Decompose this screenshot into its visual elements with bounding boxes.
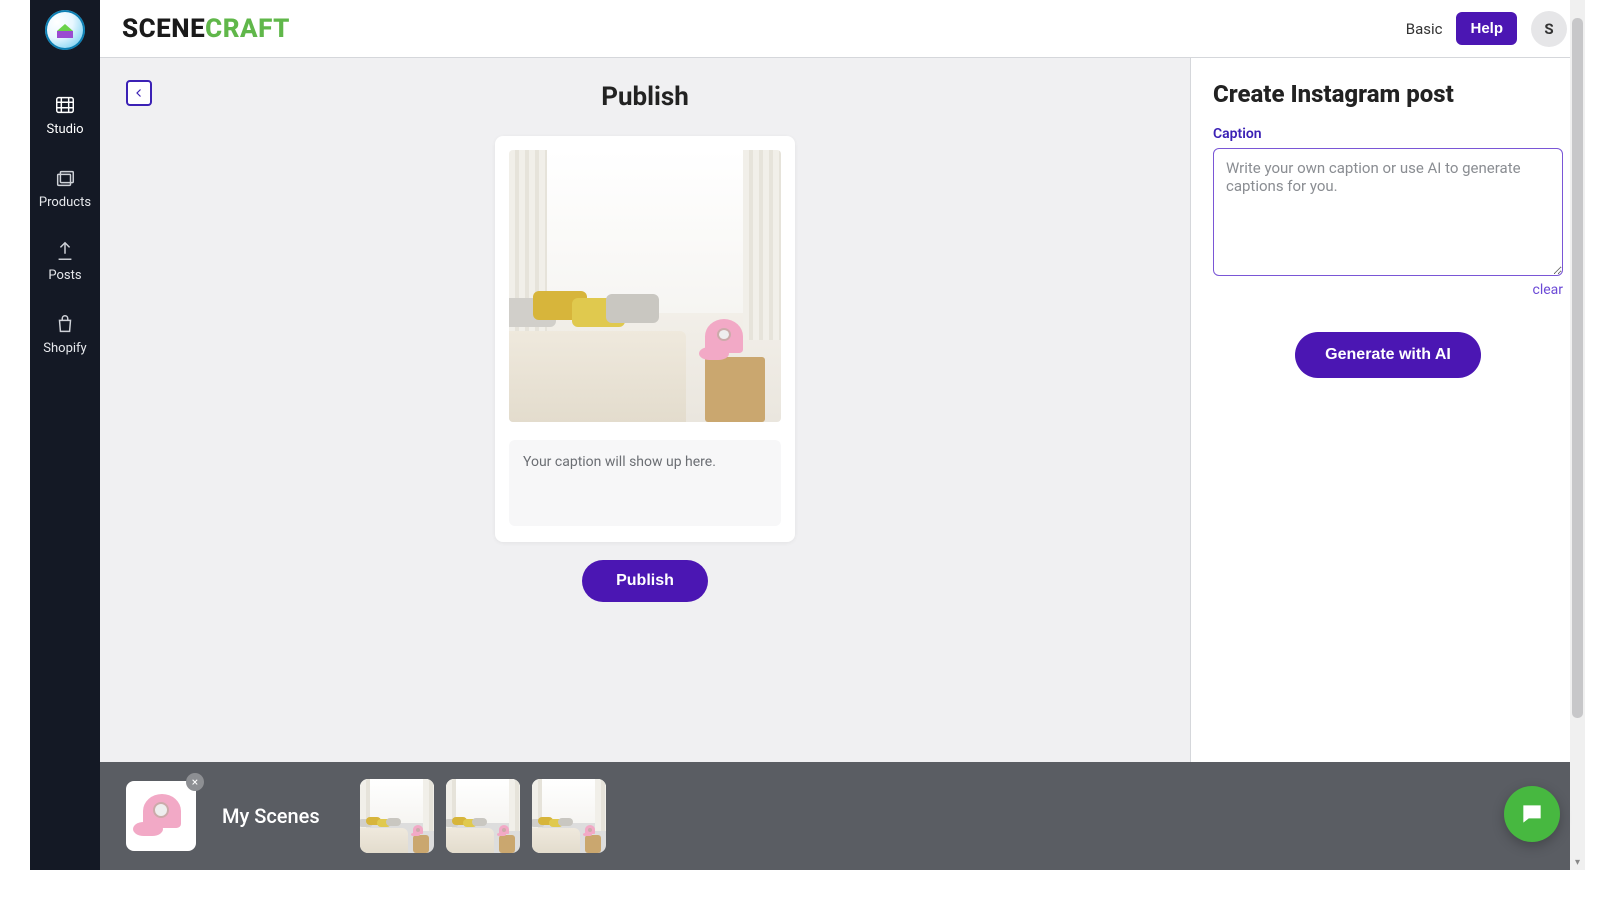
cube-icon	[57, 22, 73, 38]
help-button[interactable]: Help	[1456, 12, 1517, 45]
caption-preview: Your caption will show up here.	[509, 440, 781, 526]
upload-icon	[54, 240, 76, 262]
scene-thumb[interactable]	[446, 779, 520, 853]
window-scrollbar[interactable]: ▾	[1570, 0, 1585, 870]
product-overlay-cap	[699, 319, 753, 363]
post-preview-image	[509, 150, 781, 422]
sidebar-item-label: Shopify	[43, 341, 86, 356]
user-avatar[interactable]: S	[1531, 11, 1567, 47]
sidebar-item-label: Products	[39, 195, 91, 210]
sidebar-item-shopify[interactable]: Shopify	[30, 303, 100, 368]
publish-button[interactable]: Publish	[582, 560, 708, 602]
page-title: Publish	[601, 82, 689, 112]
back-button[interactable]	[126, 80, 152, 106]
side-nav: Studio Products Posts Shopify	[30, 0, 100, 870]
scenes-tray: × My Scenes	[100, 762, 1585, 870]
scrollbar-thumb[interactable]	[1572, 18, 1583, 718]
sidebar-item-label: Studio	[46, 122, 83, 137]
remove-product-button[interactable]: ×	[186, 773, 204, 791]
post-preview-card: Your caption will show up here.	[495, 136, 795, 542]
cap-icon	[133, 794, 189, 838]
generate-with-ai-button[interactable]: Generate with AI	[1295, 332, 1481, 378]
sidebar-item-products[interactable]: Products	[30, 157, 100, 222]
selected-product-chip[interactable]: ×	[126, 781, 196, 851]
tray-title: My Scenes	[222, 804, 320, 828]
scene-thumb[interactable]	[360, 779, 434, 853]
publish-canvas: Publish	[100, 58, 1190, 762]
chat-icon	[1519, 801, 1545, 827]
caption-input[interactable]	[1213, 148, 1563, 276]
top-header: SCENECRAFT Basic Help S	[100, 0, 1585, 58]
sidebar-item-posts[interactable]: Posts	[30, 230, 100, 295]
sidebar-item-studio[interactable]: Studio	[30, 84, 100, 149]
film-icon	[54, 94, 76, 116]
caption-label: Caption	[1213, 126, 1563, 142]
brand-wordmark[interactable]: SCENECRAFT	[122, 14, 290, 44]
scene-thumb[interactable]	[532, 779, 606, 853]
clear-caption-link[interactable]: clear	[1532, 282, 1563, 298]
sidebar-item-label: Posts	[48, 268, 81, 283]
app-logo[interactable]	[45, 10, 85, 50]
scrollbar-down-arrow[interactable]: ▾	[1572, 857, 1583, 868]
plan-label[interactable]: Basic	[1406, 20, 1443, 38]
create-post-panel: Create Instagram post Caption clear Gene…	[1190, 58, 1585, 762]
bag-icon	[54, 313, 76, 335]
scene-thumbnails	[360, 779, 606, 853]
layers-icon	[54, 167, 76, 189]
chat-fab[interactable]	[1504, 786, 1560, 842]
panel-title: Create Instagram post	[1213, 80, 1563, 108]
chevron-left-icon	[133, 87, 145, 99]
